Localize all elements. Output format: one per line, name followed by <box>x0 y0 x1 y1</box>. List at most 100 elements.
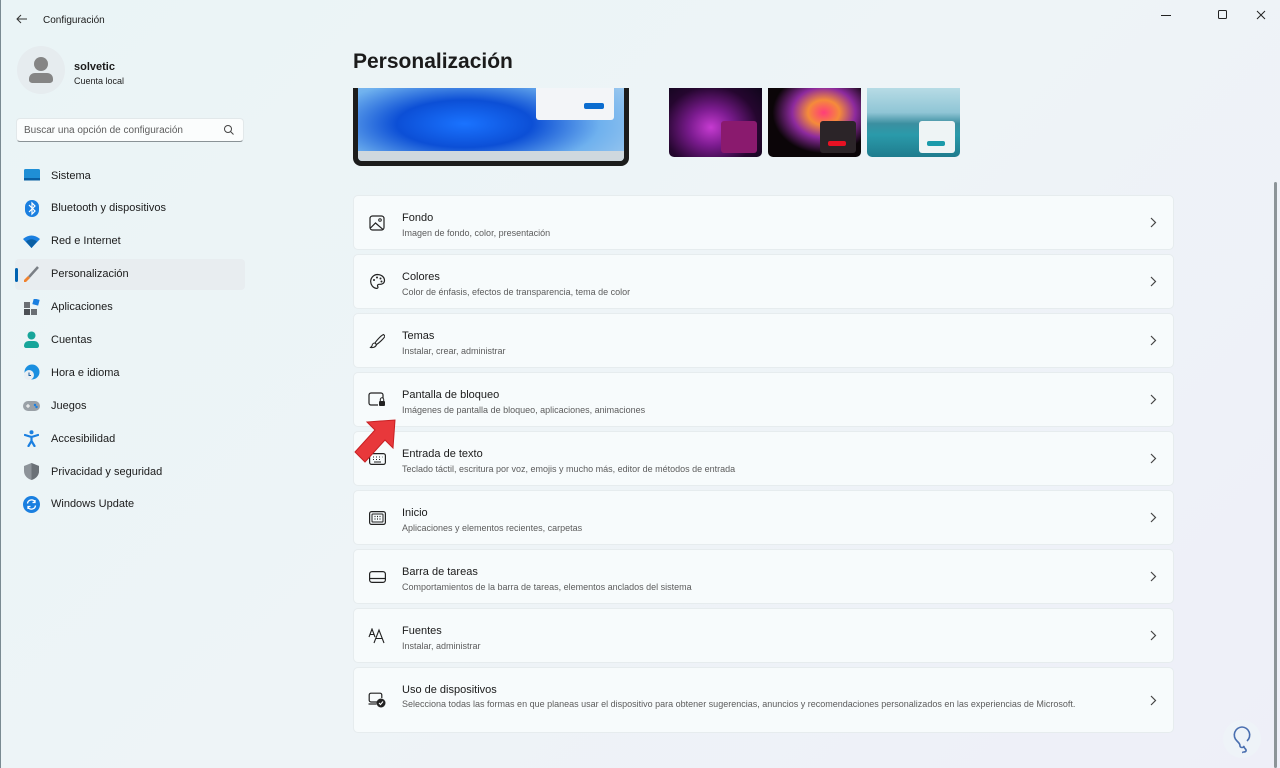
chevron-right-icon <box>1147 694 1159 706</box>
sidebar-item-label: Bluetooth y dispositivos <box>51 202 166 215</box>
theme-mini-window <box>721 121 757 153</box>
settings-list: Fondo Imagen de fondo, color, presentaci… <box>353 195 1174 737</box>
vertical-scrollbar[interactable] <box>1274 182 1277 768</box>
chevron-right-icon <box>1147 276 1159 288</box>
image-icon <box>368 214 386 232</box>
sidebar-item-juegos[interactable]: Juegos <box>15 390 245 421</box>
setting-fondo[interactable]: Fondo Imagen de fondo, color, presentaci… <box>353 195 1174 250</box>
preview-window-button <box>584 103 604 109</box>
title-bar: Configuración <box>1 0 1280 40</box>
setting-barra-de-tareas[interactable]: Barra de tareas Comportamientos de la ba… <box>353 549 1174 604</box>
apps-icon <box>23 299 40 316</box>
sidebar-item-label: Windows Update <box>51 498 135 511</box>
brush-icon <box>368 332 386 350</box>
sidebar-item-privacidad[interactable]: Privacidad y seguridad <box>15 456 245 487</box>
palette-icon <box>368 273 386 291</box>
sidebar-item-personalizacion[interactable]: Personalización <box>15 258 245 290</box>
back-button[interactable] <box>11 8 33 30</box>
sidebar-item-aplicaciones[interactable]: Aplicaciones <box>15 292 245 323</box>
maximize-icon <box>1218 10 1227 19</box>
setting-description: Comportamientos de la barra de tareas, e… <box>402 582 692 592</box>
search-input[interactable] <box>17 119 217 141</box>
setting-entrada-de-texto[interactable]: Entrada de texto Teclado táctil, escritu… <box>353 431 1174 486</box>
shield-icon <box>23 463 40 481</box>
user-name: solvetic <box>74 61 115 73</box>
sidebar-item-label: Privacidad y seguridad <box>51 465 163 478</box>
setting-title: Barra de tareas <box>402 566 478 578</box>
setting-pantalla-de-bloqueo[interactable]: Pantalla de bloqueo Imágenes de pantalla… <box>353 372 1174 427</box>
theme-gallery <box>669 88 961 178</box>
close-icon <box>1256 10 1266 20</box>
chevron-right-icon <box>1147 571 1159 583</box>
sidebar-item-label: Red e Internet <box>51 235 121 248</box>
user-avatar-icon <box>29 57 53 83</box>
sidebar-item-label: Sistema <box>51 169 91 182</box>
device-usage-icon <box>368 691 386 709</box>
sidebar-item-accesibilidad[interactable]: Accesibilidad <box>15 423 245 454</box>
setting-title: Inicio <box>402 507 428 519</box>
setting-description: Color de énfasis, efectos de transparenc… <box>402 287 631 297</box>
setting-title: Entrada de texto <box>402 448 483 460</box>
setting-inicio[interactable]: Inicio Aplicaciones y elementos reciente… <box>353 490 1174 545</box>
monitor-icon <box>23 167 40 184</box>
update-icon <box>23 495 40 513</box>
annotation-arrow-icon <box>354 419 396 463</box>
theme-accent-button <box>927 141 945 146</box>
theme-5[interactable] <box>768 88 861 157</box>
setting-uso-de-dispositivos[interactable]: Uso de dispositivos Selecciona todas las… <box>353 667 1174 733</box>
search-box[interactable] <box>16 118 244 142</box>
theme-mini-window <box>919 121 955 153</box>
setting-temas[interactable]: Temas Instalar, crear, administrar <box>353 313 1174 368</box>
theme-preview <box>353 88 629 166</box>
theme-accent-button <box>828 141 846 146</box>
chevron-right-icon <box>1147 394 1159 406</box>
preview-wallpaper <box>358 88 624 161</box>
theme-6[interactable] <box>867 88 960 157</box>
setting-title: Fuentes <box>402 625 442 637</box>
chevron-right-icon <box>1147 630 1159 642</box>
sidebar-item-red[interactable]: Red e Internet <box>15 226 245 257</box>
globe-clock-icon <box>23 364 40 381</box>
start-icon <box>368 509 386 527</box>
accessibility-icon <box>23 430 40 448</box>
gamepad-icon <box>23 397 40 414</box>
theme-4[interactable] <box>669 88 762 157</box>
sidebar-nav: Sistema Bluetooth y dispositivos Red e I… <box>15 160 245 522</box>
chevron-right-icon <box>1147 217 1159 229</box>
user-profile[interactable]: solvetic Cuenta local <box>17 46 247 100</box>
wifi-icon <box>23 233 40 250</box>
sidebar-item-label: Cuentas <box>51 333 92 346</box>
setting-title: Pantalla de bloqueo <box>402 389 500 401</box>
sidebar-item-sistema[interactable]: Sistema <box>15 160 245 191</box>
setting-description: Instalar, administrar <box>402 641 481 651</box>
setting-title: Fondo <box>402 212 434 224</box>
sidebar-item-label: Juegos <box>51 399 87 412</box>
preview-taskbar <box>358 151 624 161</box>
setting-fuentes[interactable]: Fuentes Instalar, administrar <box>353 608 1174 663</box>
sidebar-item-label: Accesibilidad <box>51 432 116 445</box>
person-icon <box>23 331 40 349</box>
sidebar-item-label: Aplicaciones <box>51 301 113 314</box>
minimize-button[interactable] <box>1143 4 1189 26</box>
sidebar-item-hora[interactable]: Hora e idioma <box>15 357 245 388</box>
fonts-icon <box>368 627 386 645</box>
bluetooth-icon <box>23 199 40 217</box>
setting-colores[interactable]: Colores Color de énfasis, efectos de tra… <box>353 254 1174 309</box>
app-title: Configuración <box>43 15 105 26</box>
chevron-right-icon <box>1147 512 1159 524</box>
setting-description: Aplicaciones y elementos recientes, carp… <box>402 523 583 533</box>
sidebar-item-cuentas[interactable]: Cuentas <box>15 324 245 355</box>
settings-window: Configuración solvetic Cuenta local Sist… <box>0 0 1280 768</box>
active-indicator <box>15 267 18 282</box>
sidebar-item-windows-update[interactable]: Windows Update <box>15 489 245 520</box>
maximize-button[interactable] <box>1200 4 1246 26</box>
setting-title: Uso de dispositivos <box>402 684 497 696</box>
lock-screen-icon <box>368 391 386 409</box>
setting-description: Instalar, crear, administrar <box>402 346 506 356</box>
sidebar-item-bluetooth[interactable]: Bluetooth y dispositivos <box>15 193 245 224</box>
setting-description: Imagen de fondo, color, presentación <box>402 228 551 238</box>
preview-window <box>536 88 614 120</box>
content-pane: Fondo Imagen de fondo, color, presentaci… <box>341 88 1271 768</box>
setting-description: Selecciona todas las formas en que plane… <box>402 699 1076 709</box>
close-button[interactable] <box>1246 4 1276 26</box>
